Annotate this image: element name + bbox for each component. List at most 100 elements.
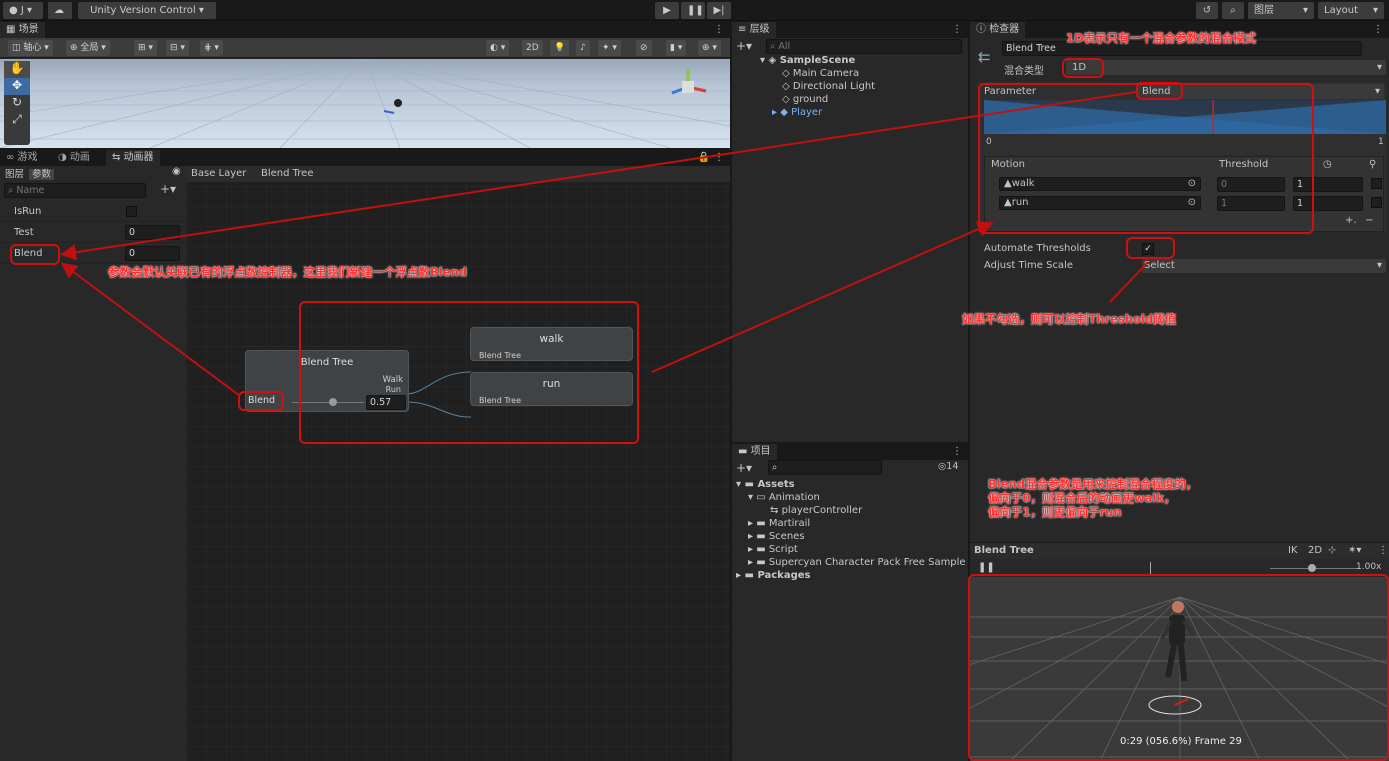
automate-thresholds-checkbox[interactable]: ✓ — [1142, 243, 1154, 255]
tab-animation[interactable]: ◑ 动画 — [52, 150, 96, 166]
animator-graph[interactable]: Base Layer Blend Tree Blend Tree Walk Ru… — [186, 166, 730, 761]
param-row[interactable]: Test 0 — [0, 223, 186, 243]
more-icon[interactable]: ⋮ — [952, 446, 962, 457]
visibility-icon[interactable]: ⊘ — [636, 40, 652, 56]
preview-viewport[interactable]: 0:29 (056.6%) Frame 29 — [970, 577, 1389, 761]
avatar-icon[interactable]: ✶▾ — [1348, 545, 1361, 556]
blend-value-field[interactable]: 0.57 — [366, 395, 406, 410]
cloud-icon[interactable]: ☁ — [48, 2, 72, 19]
blend-tree-node[interactable]: Blend Tree Walk Run 0.57 Blend — [245, 350, 409, 412]
threshold-field[interactable]: 0 — [1217, 177, 1285, 192]
speed-slider-handle[interactable] — [1308, 564, 1316, 572]
tab-hierarchy[interactable]: ≡ 层级 — [732, 22, 776, 38]
tab-scene[interactable]: ▦ 场景 — [0, 22, 45, 38]
motion-field[interactable]: ▲run ⊙ — [999, 196, 1201, 210]
grid-snap-button[interactable]: ⊞ ▾ — [134, 40, 157, 56]
ik-button[interactable]: IK — [1288, 545, 1298, 556]
project-search-input[interactable]: ⌕ — [768, 460, 882, 475]
scene-root[interactable]: ▾ ◈ SampleScene — [760, 55, 855, 66]
param-value-field[interactable]: 0 — [125, 246, 180, 261]
param-row[interactable]: Blend 0 — [0, 244, 186, 264]
layers-dropdown[interactable]: 图层 ▾ — [1248, 2, 1314, 19]
version-control-button[interactable]: Unity Version Control ▾ — [78, 2, 216, 19]
layout-dropdown[interactable]: Layout ▾ — [1318, 2, 1384, 19]
speed-field[interactable]: 1 — [1293, 196, 1363, 211]
lock-icon[interactable]: 🔒 — [698, 152, 710, 163]
step-icon[interactable]: ▶| — [707, 2, 731, 19]
increment-button[interactable]: ⋕ ▾ — [200, 40, 223, 56]
gizmos-icon[interactable]: ⊕ ▾ — [698, 40, 721, 56]
mode-2d-button[interactable]: 2D — [1308, 545, 1322, 556]
add-parameter-button[interactable]: +▾ — [160, 182, 176, 196]
mirror-checkbox[interactable] — [1371, 178, 1382, 189]
project-item[interactable]: ▸ ▬ Martirail — [748, 518, 810, 529]
add-motion-button[interactable]: +. — [1345, 215, 1357, 226]
blend-graph[interactable] — [984, 100, 1386, 134]
blend-type-dropdown[interactable]: 1D ▾ — [1066, 60, 1386, 75]
project-item[interactable]: ▸ ▬ Script — [748, 544, 798, 555]
mode-2d-button[interactable]: 2D — [522, 40, 543, 56]
account-button[interactable]: ● J ▾ — [3, 2, 43, 19]
scene-gizmo[interactable] — [668, 67, 708, 107]
play-icon[interactable]: ▶ — [655, 2, 679, 19]
hierarchy-item[interactable]: ◇ ground — [782, 94, 828, 105]
param-value-field[interactable]: 0 — [125, 225, 180, 240]
project-item[interactable]: ▸ ▬ Packages — [736, 570, 810, 581]
tab-game[interactable]: ∞ 游戏 — [0, 150, 44, 166]
threshold-field[interactable]: 1 — [1217, 196, 1285, 211]
more-icon[interactable]: ⋮ — [952, 24, 962, 35]
light-icon[interactable]: 💡 — [550, 40, 570, 56]
search-icon[interactable]: ⌕ — [1222, 2, 1244, 19]
hierarchy-search-input[interactable]: ⌕ All — [766, 39, 962, 54]
scale-tool-icon[interactable]: ⤢ — [4, 112, 30, 129]
tab-layers[interactable]: 图层 — [3, 169, 26, 180]
create-button[interactable]: +▾ — [736, 39, 752, 53]
hierarchy-item[interactable]: ◇ Directional Light — [782, 81, 875, 92]
hidden-count-badge[interactable]: ◎14 — [938, 461, 958, 472]
param-row[interactable]: IsRun — [0, 202, 186, 222]
parameter-search-input[interactable]: ⌕ Name — [4, 183, 146, 198]
tab-animator[interactable]: ⇆ 动画器 — [106, 150, 160, 166]
blend-slider-handle[interactable] — [329, 398, 338, 406]
remove-motion-button[interactable]: − — [1365, 215, 1373, 226]
move-tool-icon[interactable]: ✥ — [4, 78, 30, 95]
global-dropdown[interactable]: ⊕ 全局 ▾ — [66, 40, 110, 56]
pivot-dropdown[interactable]: ◫ 轴心 ▾ — [8, 40, 53, 56]
rotate-tool-icon[interactable]: ↻ — [4, 95, 30, 112]
motion-field[interactable]: ▲walk ⊙ — [999, 177, 1201, 191]
audio-icon[interactable]: ♪ — [576, 40, 590, 56]
pause-icon[interactable]: ❚❚ — [681, 2, 705, 19]
effects-icon[interactable]: ✦ ▾ — [598, 40, 621, 56]
parameter-dropdown[interactable]: Blend ▾ — [1138, 84, 1384, 99]
project-item[interactable]: ▾ ▭ Animation — [748, 492, 820, 503]
hand-tool-icon[interactable]: ✋ — [4, 61, 30, 78]
eye-icon[interactable]: ◉ — [172, 166, 181, 177]
hierarchy-item[interactable]: ▸ ◆ Player — [772, 107, 822, 118]
tab-project[interactable]: ▬ 项目 — [732, 444, 777, 460]
project-item[interactable]: ▸ ▬ Supercyan Character Pack Free Sample — [748, 557, 966, 568]
motion-node-walk[interactable]: walk Blend Tree — [470, 327, 633, 361]
blend-slider-track[interactable] — [292, 402, 364, 403]
scene-viewport[interactable]: ✋ ✥ ↻ ⤢ — [0, 59, 730, 148]
adjust-time-scale-dropdown[interactable]: Select ▾ — [1142, 259, 1386, 273]
more-icon[interactable]: ⋮ — [714, 24, 724, 35]
hierarchy-item[interactable]: ◇ Main Camera — [782, 68, 859, 79]
shading-dropdown[interactable]: ◐ ▾ — [486, 40, 510, 56]
more-icon[interactable]: ⋮ — [714, 152, 724, 163]
more-icon[interactable]: ⋮ — [1378, 545, 1388, 556]
speed-field[interactable]: 1 — [1293, 177, 1363, 192]
tab-parameters[interactable]: 参数 — [29, 169, 55, 180]
camera-icon[interactable]: ▮ ▾ — [666, 40, 687, 56]
project-item[interactable]: ⇆ playerController — [770, 505, 862, 516]
timeline-cursor[interactable] — [1150, 562, 1151, 574]
tab-inspector[interactable]: ⓘ 检查器 — [970, 22, 1026, 38]
more-icon[interactable]: ⋮ — [1373, 24, 1383, 35]
pivot-icon[interactable]: ⊹ — [1328, 545, 1336, 556]
history-icon[interactable]: ↺ — [1196, 2, 1218, 19]
preview-pause-button[interactable]: ❚❚ — [978, 562, 995, 573]
project-item[interactable]: ▸ ▬ Scenes — [748, 531, 805, 542]
param-bool-checkbox[interactable] — [126, 206, 137, 217]
motion-node-run[interactable]: run Blend Tree — [470, 372, 633, 406]
create-button[interactable]: +▾ — [736, 461, 752, 475]
snap-button[interactable]: ⊟ ▾ — [166, 40, 189, 56]
